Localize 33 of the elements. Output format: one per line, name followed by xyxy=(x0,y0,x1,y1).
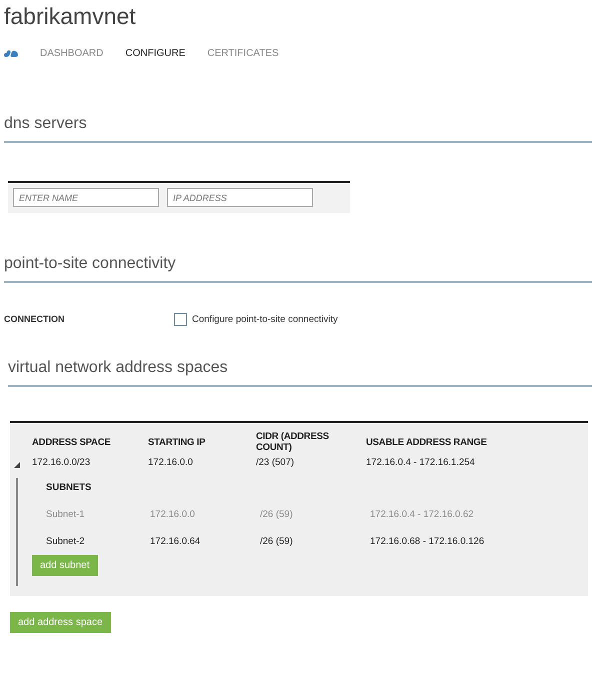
nav-tab[interactable]: CERTIFICATES xyxy=(207,48,279,59)
subnet-cell-text: 172.16.0.4 - 172.16.0.62 xyxy=(370,509,475,520)
table-cell-text: /23 (507) xyxy=(256,457,296,468)
nav-tab[interactable]: CONFIGURE xyxy=(125,48,186,59)
column-header: ADDRESS SPACE xyxy=(32,436,112,448)
column-header: CIDR (ADDRESS COUNT) xyxy=(256,431,330,453)
collapse-icon[interactable] xyxy=(14,462,20,468)
subnet-cell-text: 172.16.0.64 xyxy=(150,536,202,547)
table-cell-text: 172.16.0.4 - 172.16.1.254 xyxy=(366,457,476,468)
cloud-icon xyxy=(4,49,18,58)
checkbox[interactable] xyxy=(174,312,187,326)
connection-label: CONNECTION xyxy=(4,314,66,324)
table-cell-text: 172.16.0.0 xyxy=(148,457,194,468)
section-heading: dns servers xyxy=(4,115,592,143)
section-heading: virtual network address spaces xyxy=(8,359,592,387)
subnet-cell-text: Subnet-1 xyxy=(46,509,86,520)
section-heading: point-to-site connectivity xyxy=(4,255,592,283)
checkbox-label[interactable]: Configure point-to-site connectivity xyxy=(174,312,338,326)
subnet-cell-text: Subnet-2 xyxy=(46,536,86,547)
name-field[interactable]: ENTER NAME xyxy=(13,188,159,207)
subnet-cell-text: 172.16.0.0 xyxy=(150,509,196,520)
page-title: fabrikamvnet xyxy=(4,2,137,31)
table-cell-text: 172.16.0.0/23 xyxy=(32,457,92,468)
nav-tab[interactable]: DASHBOARD xyxy=(40,48,104,59)
subnet-cell-text: /26 (59) xyxy=(260,536,294,547)
address-field[interactable]: IP ADDRESS xyxy=(167,188,313,207)
subnet-cell-text: /26 (59) xyxy=(260,509,294,520)
subnets-label: SUBNETS xyxy=(46,482,92,493)
column-header: USABLE ADDRESS RANGE xyxy=(366,436,488,448)
column-header: STARTING IP xyxy=(148,436,206,448)
subnet-cell-text: 172.16.0.68 - 172.16.0.126 xyxy=(370,536,486,547)
add-subnet-button[interactable]: add subnet xyxy=(32,555,98,576)
add-address-space-button[interactable]: add address space xyxy=(10,612,111,633)
